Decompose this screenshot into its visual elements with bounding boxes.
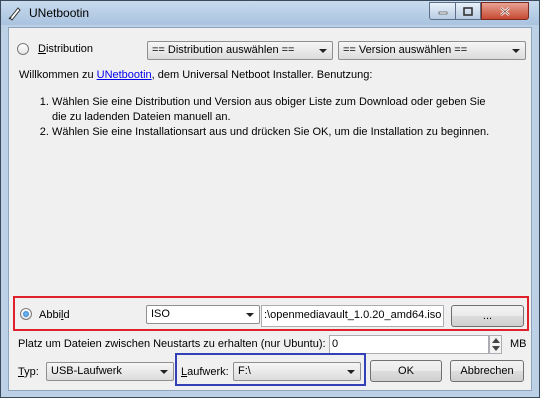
diskimage-type-select[interactable]: ISO bbox=[146, 305, 260, 324]
unetbootin-link[interactable]: UNetbootin bbox=[97, 69, 152, 81]
diskimage-path-input[interactable]: :\openmediavault_1.0.20_amd64.iso bbox=[261, 305, 444, 327]
distribution-label: Distribution bbox=[38, 43, 94, 55]
close-button[interactable] bbox=[481, 2, 529, 20]
intro-prefix: Willkommen zu bbox=[19, 69, 97, 81]
persistence-unit: MB bbox=[510, 338, 527, 350]
application-window: UNetbootin Distribution == Distribution … bbox=[0, 0, 540, 398]
diskimage-path-value: :\openmediavault_1.0.20_amd64.iso bbox=[264, 309, 442, 321]
chevron-down-icon[interactable] bbox=[492, 346, 500, 351]
minimize-button[interactable] bbox=[429, 2, 455, 20]
unetbootin-app-icon bbox=[8, 7, 21, 21]
instruction-step: Wählen Sie eine Installationsart aus und… bbox=[52, 125, 502, 140]
chevron-down-icon bbox=[319, 49, 327, 53]
chevron-down-icon bbox=[512, 49, 520, 53]
browse-button[interactable]: ... bbox=[451, 305, 524, 327]
distribution-radio[interactable] bbox=[17, 43, 29, 55]
persistence-spinbox[interactable]: 0 bbox=[329, 335, 489, 354]
maximize-button[interactable] bbox=[455, 2, 481, 20]
instructions-list: Wählen Sie eine Distribution und Version… bbox=[22, 95, 502, 140]
diskimage-type-value: ISO bbox=[151, 308, 170, 320]
diskimage-radio[interactable] bbox=[20, 308, 32, 320]
version-select[interactable]: == Version auswählen == bbox=[338, 41, 526, 60]
instruction-step: Wählen Sie eine Distribution und Version… bbox=[52, 95, 502, 125]
chevron-down-icon bbox=[246, 313, 254, 317]
distribution-select[interactable]: == Distribution auswählen == bbox=[147, 41, 333, 60]
close-icon bbox=[500, 6, 510, 16]
ok-button[interactable]: OK bbox=[370, 360, 442, 382]
chevron-down-icon bbox=[347, 370, 355, 374]
persistence-value: 0 bbox=[332, 338, 339, 350]
main-panel: Distribution == Distribution auswählen =… bbox=[8, 27, 532, 391]
install-type-select[interactable]: USB-Laufwerk bbox=[46, 362, 174, 381]
intro-suffix: , dem Universal Netboot Installer. Benut… bbox=[151, 69, 373, 81]
type-label: Typ: bbox=[18, 366, 39, 378]
minimize-icon bbox=[438, 11, 447, 15]
distribution-select-value: == Distribution auswählen == bbox=[152, 44, 295, 56]
drive-label: Laufwerk: bbox=[181, 366, 229, 378]
persistence-label: Platz um Dateien zwischen Neustarts zu e… bbox=[18, 338, 326, 350]
maximize-icon bbox=[463, 6, 473, 16]
version-select-value: == Version auswählen == bbox=[343, 44, 468, 56]
chevron-up-icon[interactable] bbox=[492, 338, 500, 343]
drive-select-value: F:\ bbox=[238, 365, 251, 377]
title-bar[interactable]: UNetbootin bbox=[1, 1, 539, 25]
cancel-button[interactable]: Abbrechen bbox=[450, 360, 524, 382]
diskimage-label: Abbild bbox=[39, 309, 70, 321]
drive-select[interactable]: F:\ bbox=[233, 362, 361, 381]
chevron-down-icon bbox=[160, 370, 168, 374]
window-title: UNetbootin bbox=[29, 6, 90, 20]
intro-text: Willkommen zu UNetbootin, dem Universal … bbox=[19, 69, 372, 81]
install-type-value: USB-Laufwerk bbox=[51, 365, 122, 377]
persistence-stepper[interactable] bbox=[489, 335, 502, 354]
